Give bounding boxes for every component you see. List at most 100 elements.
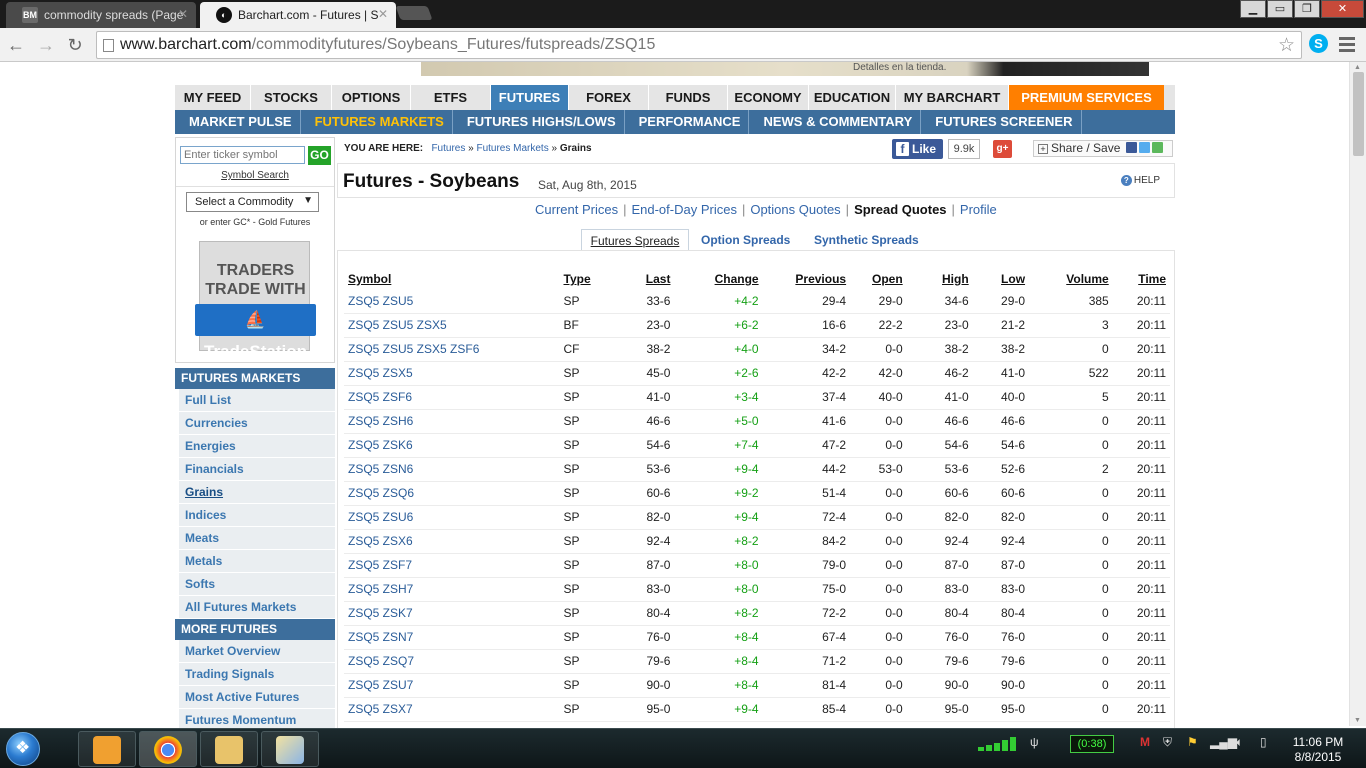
help-link[interactable]: ? HELP — [1120, 175, 1160, 186]
cell-symbol[interactable]: ZSQ5 ZSU5 ZSX5 — [344, 313, 560, 338]
cell-symbol[interactable]: ZSQ5 ZSH6 — [344, 409, 560, 434]
link-current-prices[interactable]: Current Prices — [535, 202, 618, 217]
taskbar-chrome[interactable] — [139, 731, 197, 767]
sidebar-item-full-list[interactable]: Full List — [179, 389, 335, 412]
taskbar-outlook[interactable] — [78, 731, 136, 767]
cell-symbol[interactable]: ZSQ5 ZSF7 — [344, 553, 560, 578]
forward-arrow-icon[interactable]: → — [34, 33, 58, 57]
breadcrumb-futures-markets[interactable]: Futures Markets — [476, 143, 548, 154]
window-menu-button[interactable]: ▭ — [1267, 0, 1293, 18]
share-save-button[interactable]: + Share / Save — [1033, 140, 1173, 157]
sidebar-item-meats[interactable]: Meats — [179, 527, 335, 550]
col-header-open[interactable]: Open — [850, 269, 907, 289]
sidebar-item-currencies[interactable]: Currencies — [179, 412, 335, 435]
col-header-time[interactable]: Time — [1113, 269, 1170, 289]
main-nav-options[interactable]: OPTIONS — [332, 85, 411, 110]
scrollbar-thumb[interactable] — [1353, 72, 1364, 156]
cell-symbol[interactable]: ZSQ5 ZSU7 — [344, 673, 560, 698]
tab-futures-spreads[interactable]: Futures Spreads — [581, 229, 689, 251]
reload-icon[interactable]: ↻ — [63, 33, 87, 57]
main-nav-funds[interactable]: FUNDS — [649, 85, 728, 110]
close-icon[interactable]: ✕ — [378, 7, 388, 21]
col-header-change[interactable]: Change — [674, 269, 762, 289]
go-button[interactable]: GO — [308, 146, 331, 165]
link-options-quotes[interactable]: Options Quotes — [750, 202, 840, 217]
col-header-last[interactable]: Last — [624, 269, 675, 289]
sidebar-item-softs[interactable]: Softs — [179, 573, 335, 596]
symbol-search-link[interactable]: Symbol Search — [176, 170, 334, 181]
ad-banner[interactable]: Detalles en la tienda. — [421, 62, 1149, 76]
table-row[interactable]: ZSQ5 ZSH7 SP 83-0 +8-0 75-0 0-0 83-0 83-0 0 20:11 — [344, 577, 1170, 602]
link-spread-quotes[interactable]: Spread Quotes — [854, 202, 946, 217]
col-header-high[interactable]: High — [907, 269, 973, 289]
sub-nav-market-pulse[interactable]: MARKET PULSE — [181, 110, 301, 134]
table-row[interactable]: ZSQ5 ZSQ7 SP 79-6 +8-4 71-2 0-0 79-6 79-6 0 20:11 — [344, 649, 1170, 674]
cell-symbol[interactable]: ZSQ5 ZSX7 — [344, 697, 560, 722]
cell-symbol[interactable]: ZSQ5 ZSK7 — [344, 601, 560, 626]
tab-synthetic-spreads[interactable]: Synthetic Spreads — [814, 229, 919, 251]
sub-nav-futures-highs-lows[interactable]: FUTURES HIGHS/LOWS — [459, 110, 625, 134]
address-bar[interactable]: www.barchart.com/commodityfutures/Soybea… — [96, 31, 1302, 59]
cell-symbol[interactable]: ZSQ5 ZSU5 ZSX5 ZSF6 — [344, 337, 560, 362]
ticker-search-input[interactable] — [180, 146, 305, 164]
facebook-like-button[interactable]: f Like — [892, 139, 943, 159]
back-arrow-icon[interactable]: ← — [4, 33, 28, 57]
breadcrumb-futures[interactable]: Futures — [431, 143, 465, 154]
sidebar-item-financials[interactable]: Financials — [179, 458, 335, 481]
commodity-select[interactable]: Select a Commodity ▼ — [186, 192, 319, 212]
cell-symbol[interactable]: ZSQ5 ZSU6 — [344, 505, 560, 530]
taskbar-paint[interactable] — [261, 731, 319, 767]
cell-symbol[interactable]: ZSQ5 ZSK6 — [344, 433, 560, 458]
sidebar-item-all-futures-markets[interactable]: All Futures Markets — [179, 596, 335, 619]
table-row[interactable]: ZSQ5 ZSF7 SP 87-0 +8-0 79-0 0-0 87-0 87-0 0 20:11 — [344, 553, 1170, 578]
close-icon[interactable]: ✕ — [178, 7, 188, 21]
antenna-icon[interactable]: ψ — [1030, 735, 1039, 753]
sidebar-item-most-active-futures[interactable]: Most Active Futures — [179, 686, 335, 709]
table-row[interactable]: ZSQ5 ZSX6 SP 92-4 +8-2 84-2 0-0 92-4 92-4 0 20:11 — [344, 529, 1170, 554]
link-profile[interactable]: Profile — [960, 202, 997, 217]
tradestation-ad[interactable]: TRADERS TRADE WITH ⛵ TradeStation — [195, 241, 316, 361]
battery-timer[interactable]: (0:38) — [1070, 735, 1114, 753]
table-row[interactable]: ZSQ5 ZSX5 SP 45-0 +2-6 42-2 42-0 46-2 41-0 522 20… — [344, 361, 1170, 386]
scroll-up-icon[interactable]: ▲ — [1354, 64, 1361, 71]
chrome-menu-icon[interactable] — [1339, 34, 1355, 54]
cell-symbol[interactable]: ZSQ5 ZSN6 — [344, 457, 560, 482]
col-header-previous[interactable]: Previous — [763, 269, 851, 289]
main-nav-stocks[interactable]: STOCKS — [251, 85, 332, 110]
sub-nav-news-commentary[interactable]: NEWS & COMMENTARY — [755, 110, 922, 134]
table-row[interactable]: ZSQ5 ZSF6 SP 41-0 +3-4 37-4 40-0 41-0 40-0 5 20:1… — [344, 385, 1170, 410]
sidebar-item-energies[interactable]: Energies — [179, 435, 335, 458]
sidebar-item-grains[interactable]: Grains — [179, 481, 335, 504]
new-tab-button[interactable] — [395, 6, 433, 20]
browser-tab-commodity-spreads[interactable]: BM commodity spreads (Page ✕ — [6, 2, 196, 28]
table-row[interactable]: ZSQ5 ZSH6 SP 46-6 +5-0 41-6 0-0 46-6 46-6 0 20:11 — [344, 409, 1170, 434]
close-window-button[interactable]: ✕ — [1321, 0, 1364, 18]
table-row[interactable]: ZSQ5 ZSU5 SP 33-6 +4-2 29-4 29-0 34-6 29-0 385 20… — [344, 289, 1170, 314]
col-header-volume[interactable]: Volume — [1029, 269, 1113, 289]
scroll-down-icon[interactable]: ▼ — [1354, 717, 1361, 724]
main-nav-futures[interactable]: FUTURES — [491, 85, 569, 110]
tab-option-spreads[interactable]: Option Spreads — [701, 229, 790, 251]
system-clock[interactable]: 11:06 PM 8/8/2015 — [1284, 735, 1352, 765]
main-nav-forex[interactable]: FOREX — [569, 85, 649, 110]
main-nav-premium-services[interactable]: PREMIUM SERVICES — [1009, 85, 1164, 110]
table-row[interactable]: ZSQ5 ZSU6 SP 82-0 +9-4 72-4 0-0 82-0 82-0 0 20:11 — [344, 505, 1170, 530]
main-nav-economy[interactable]: ECONOMY — [728, 85, 809, 110]
table-row[interactable]: ZSQ5 ZSU5 ZSX5 ZSF6 CF 38-2 +4-0 34-2 0-0 38-2… — [344, 337, 1170, 362]
cell-symbol[interactable]: ZSQ5 ZSF6 — [344, 385, 560, 410]
security-icon[interactable]: ⛨ — [1163, 735, 1172, 753]
cell-symbol[interactable]: ZSQ5 ZSQ7 — [344, 649, 560, 674]
google-plus-icon[interactable]: g+ — [993, 140, 1012, 158]
table-row[interactable]: ZSQ5 ZSN6 SP 53-6 +9-4 44-2 53-0 53-6 52-6 2 20:1… — [344, 457, 1170, 482]
cell-symbol[interactable]: ZSQ5 ZSQ6 — [344, 481, 560, 506]
mcafee-icon[interactable]: M — [1140, 735, 1150, 753]
browser-tab-barchart[interactable]: ◐ Barchart.com - Futures | S ✕ — [200, 2, 396, 28]
network-icon[interactable]: ▂▄▆ — [1210, 735, 1237, 753]
col-header-symbol[interactable]: Symbol — [344, 269, 560, 289]
power-icon[interactable]: ▯ — [1260, 735, 1267, 753]
cell-symbol[interactable]: ZSQ5 ZSN7 — [344, 625, 560, 650]
table-row[interactable]: ZSQ5 ZSN7 SP 76-0 +8-4 67-4 0-0 76-0 76-0 0 20:11 — [344, 625, 1170, 650]
link-end-of-day-prices[interactable]: End-of-Day Prices — [631, 202, 736, 217]
sidebar-item-market-overview[interactable]: Market Overview — [179, 640, 335, 663]
sidebar-item-trading-signals[interactable]: Trading Signals — [179, 663, 335, 686]
